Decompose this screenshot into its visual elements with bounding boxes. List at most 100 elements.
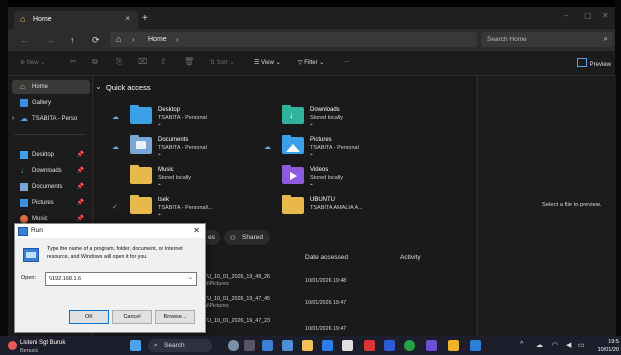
sidebar-item-home[interactable]: ⌂ Home	[12, 80, 90, 94]
whatsapp-icon[interactable]	[404, 340, 415, 351]
filter-button[interactable]: ▽ Filter ⌄	[298, 59, 324, 66]
quick-access-tile-downloads[interactable]: ↓ Downloads Stored locally ⌖	[264, 104, 394, 130]
system-clock[interactable]: 19:5 10/01/20	[598, 338, 619, 354]
close-icon[interactable]: ✕	[193, 226, 200, 235]
row-file-path: al\Pictures	[204, 281, 229, 287]
column-header-date-accessed[interactable]: Date accessed	[305, 254, 348, 261]
documents-folder-icon	[130, 135, 152, 154]
tray-overflow-icon[interactable]: ^	[520, 341, 523, 348]
column-header-activity[interactable]: Activity	[400, 254, 421, 261]
document-badge-icon	[136, 141, 146, 149]
pin-icon: ⌖	[158, 122, 161, 128]
battery-icon[interactable]: ▭	[578, 341, 585, 349]
wifi-icon[interactable]: ◠	[552, 341, 558, 349]
cancel-button[interactable]: Cancel	[112, 310, 152, 324]
volume-icon[interactable]: ◀	[566, 341, 571, 349]
quick-access-tile-documents[interactable]: ☁ Documents TSABITA - Personal ⌖	[112, 134, 242, 160]
view-button[interactable]: ☰ View ⌄	[254, 59, 281, 66]
table-row[interactable]: TU_10_01_2026_19_47_45 al\Pictures 10/01…	[204, 294, 474, 314]
search-box[interactable]: Search Home ⌕	[481, 32, 613, 47]
quick-access-tile-pictures[interactable]: ☁ Pictures TSABITA - Personal ⌖	[264, 134, 394, 160]
file-explorer-icon[interactable]	[302, 340, 313, 351]
close-window-button[interactable]: ✕	[602, 11, 609, 20]
table-row[interactable]: TU_10_01_2026_19_47_23 10/01/2026 19:47	[204, 316, 474, 334]
sidebar-item-documents[interactable]: Documents 📌	[12, 180, 90, 194]
open-combobox[interactable]: ⌄	[45, 272, 197, 286]
sort-button[interactable]: ⇅ Sort ⌄	[210, 59, 234, 66]
new-button[interactable]: ⊕ New ⌄	[20, 59, 45, 66]
sidebar-item-pictures[interactable]: Pictures 📌	[12, 196, 90, 210]
store-icon[interactable]	[322, 340, 333, 351]
ok-button[interactable]: OK	[69, 310, 109, 324]
pictures-folder-icon	[282, 135, 304, 154]
widgets-icon[interactable]	[262, 340, 273, 351]
app-yellow-icon[interactable]	[448, 340, 459, 351]
task-view-icon[interactable]	[228, 340, 239, 351]
quick-access-tile-music[interactable]: Music Stored locally ⌖	[112, 164, 242, 190]
pin-icon: ⌖	[158, 182, 161, 188]
start-button-icon[interactable]	[130, 340, 141, 351]
preview-pane-button[interactable]: Preview	[576, 58, 611, 68]
quick-access-heading[interactable]: Quick access	[106, 83, 151, 92]
copy-icon[interactable]: ⧉	[92, 57, 98, 67]
refresh-button[interactable]: ⟳	[92, 35, 100, 46]
cut-icon[interactable]: ✂	[70, 57, 77, 66]
videos-folder-icon	[282, 165, 304, 184]
chrome-icon[interactable]	[342, 340, 353, 351]
documents-icon	[20, 183, 28, 191]
browse-button[interactable]: Browse...	[155, 310, 195, 324]
sidebar-item-gallery[interactable]: Gallery	[12, 96, 90, 110]
tile-location: Stored locally	[310, 175, 344, 181]
sidebar-item-downloads[interactable]: ↓ Downloads 📌	[12, 164, 90, 178]
run-icon	[18, 227, 28, 236]
music-folder-icon	[130, 165, 152, 184]
chevron-right-icon[interactable]: ›	[12, 115, 14, 122]
back-button[interactable]: ←	[20, 35, 29, 45]
breadcrumb-home[interactable]: Home	[148, 36, 167, 43]
run-dialog-footer: OK Cancel Browse...	[15, 300, 205, 332]
quick-access-tile-videos[interactable]: Videos Stored locally ⌖	[264, 164, 394, 190]
sort-label: Sort	[216, 60, 228, 66]
run-dialog-titlebar[interactable]: Run ✕	[15, 224, 205, 238]
sidebar-item-onedrive[interactable]: › ☁ TSABITA - Perso	[12, 112, 90, 126]
minimize-button[interactable]: –	[564, 11, 568, 20]
quick-access-tile-ubuntu[interactable]: UBUNTU TSABITA AMALIA A...	[264, 194, 394, 220]
tab-close-button[interactable]: ×	[125, 14, 130, 23]
tab-home[interactable]: ⌂ Home ×	[14, 11, 138, 29]
row-file-path: al\Pictures	[204, 303, 229, 309]
app-blue-icon[interactable]	[470, 340, 481, 351]
filter-chip-shared[interactable]: ⚇ Shared	[224, 230, 270, 245]
address-bar[interactable]: ⌂ › Home ›	[110, 32, 477, 47]
share-icon[interactable]: ⇪	[160, 57, 167, 66]
maximize-button[interactable]: ▢	[584, 11, 592, 20]
home-icon: ⌂	[116, 34, 122, 44]
app-red-icon[interactable]	[364, 340, 375, 351]
cloud-tray-icon[interactable]: ☁	[536, 341, 543, 349]
table-row[interactable]: TU_10_01_2026_19_48_26 al\Pictures 10/01…	[204, 272, 474, 292]
run-dialog-title: Run	[31, 227, 43, 234]
quick-access-tile-desktop[interactable]: ☁ Desktop TSABITA - Personal ⌖	[112, 104, 242, 130]
quick-access-tile-tsek[interactable]: ✓ tsek TSABITA - Personal\... ⌖	[112, 194, 242, 220]
rename-icon[interactable]: ⌧	[138, 57, 147, 66]
sidebar-item-label: Gallery	[32, 100, 52, 106]
more-options-button[interactable]: ···	[344, 59, 350, 65]
delete-icon[interactable]: 🗑	[184, 57, 194, 66]
sidebar-item-desktop[interactable]: Desktop 📌	[12, 148, 90, 162]
up-button[interactable]: ↑	[70, 35, 75, 45]
edge-icon[interactable]	[282, 340, 293, 351]
monitor-bezel-left	[0, 0, 8, 336]
word-icon[interactable]	[384, 340, 395, 351]
chevron-down-icon[interactable]: ⌄	[95, 82, 102, 91]
open-input[interactable]	[49, 274, 179, 283]
navigation-bar: ← → ↑ ⟳ ⌂ › Home › Search Home ⌕	[8, 29, 615, 51]
taskbar-search[interactable]: ⌕ Search	[148, 339, 212, 352]
row-file-name: TU_10_01_2026_19_48_26	[204, 274, 270, 280]
chevron-down-icon[interactable]: ⌄	[188, 274, 193, 281]
app-purple-icon[interactable]	[426, 340, 437, 351]
forward-button[interactable]: →	[46, 35, 55, 45]
new-tab-button[interactable]: +	[142, 13, 148, 24]
paste-icon[interactable]: ⎘	[116, 57, 122, 67]
app-icon[interactable]	[244, 340, 255, 351]
tile-location: TSABITA - Personal	[310, 145, 359, 151]
cloud-icon: ☁	[264, 144, 271, 151]
